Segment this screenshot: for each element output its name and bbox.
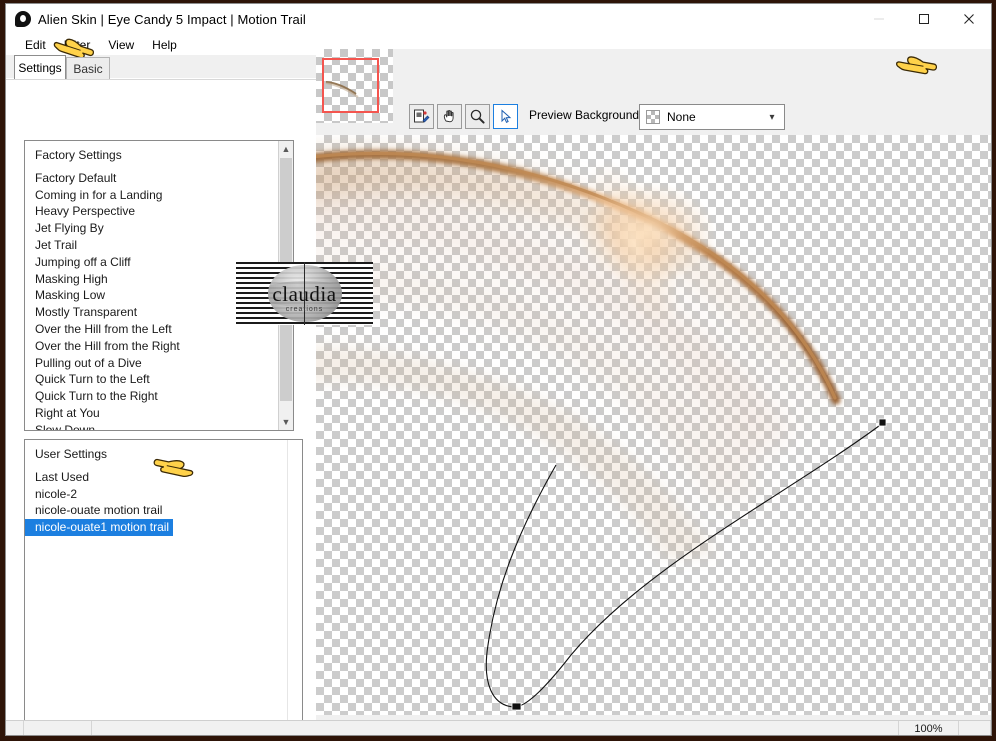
zoom-level-indicator: 100% [899, 721, 959, 735]
menu-help[interactable]: Help [143, 36, 186, 54]
menu-filter[interactable]: Filter [55, 36, 100, 54]
user-settings-items: User Settings Last Used nicole-2 nicole-… [25, 440, 288, 735]
menu-edit[interactable]: Edit [16, 36, 55, 54]
list-item-selected[interactable]: nicole-ouate1 motion trail [25, 519, 174, 536]
watermark-overlay: claudia creations [236, 262, 373, 325]
preview-pane: Preview Background: None ▾ OK Cancel [316, 49, 991, 720]
user-list-scrollbar[interactable] [287, 440, 302, 735]
title-bar: Alien Skin | Eye Candy 5 Impact | Motion… [6, 4, 991, 34]
list-item[interactable]: Pulling out of a Dive [25, 355, 278, 372]
status-cell-left [6, 721, 24, 735]
navigator-thumbnail[interactable] [316, 49, 393, 123]
settings-pane: Settings Basic Factory Settings Factory … [6, 55, 316, 735]
preview-background-label: Preview Background: [529, 108, 643, 122]
motion-trail-artwork [316, 150, 887, 711]
list-item[interactable]: Heavy Perspective [25, 203, 278, 220]
chevron-up-icon[interactable]: ▲ [279, 141, 293, 157]
user-settings-header: User Settings [35, 447, 108, 461]
preview-background-value: None [667, 110, 696, 124]
factory-settings-header: Factory Settings [35, 148, 122, 162]
list-item[interactable]: Jet Flying By [25, 220, 278, 237]
path-handle-end [878, 418, 887, 427]
window-controls [856, 4, 991, 34]
arrow-tool-icon[interactable] [493, 104, 518, 129]
list-item[interactable]: Coming in for a Landing [25, 187, 278, 204]
application-window: Alien Skin | Eye Candy 5 Impact | Motion… [5, 3, 992, 736]
status-bar: 100% [6, 720, 991, 735]
user-settings-list[interactable]: User Settings Last Used nicole-2 nicole-… [24, 439, 303, 735]
menu-view[interactable]: View [99, 36, 143, 54]
list-item[interactable]: Quick Turn to the Right [25, 388, 278, 405]
navigator-viewport-rect[interactable] [322, 58, 379, 113]
checkerboard-swatch-icon [646, 110, 660, 124]
list-item[interactable]: Last Used [25, 469, 288, 486]
tab-settings[interactable]: Settings [14, 55, 66, 79]
list-item[interactable]: nicole-ouate motion trail [25, 502, 288, 519]
navigator-picker-tool-icon[interactable] [409, 104, 434, 129]
status-cell-second [24, 721, 92, 735]
list-item[interactable]: Jet Trail [25, 237, 278, 254]
watermark-subtitle: creations [285, 306, 324, 313]
hand-tool-icon[interactable] [437, 104, 462, 129]
tab-basic[interactable]: Basic [66, 57, 110, 79]
watermark-name: claudia [272, 282, 337, 306]
alien-skin-icon [14, 10, 32, 28]
list-item[interactable]: Quick Turn to the Left [25, 371, 278, 388]
path-handle-start [511, 702, 522, 711]
preview-background-dropdown[interactable]: None ▾ [639, 104, 785, 130]
status-message [92, 721, 899, 735]
tab-strip: Settings Basic [6, 55, 316, 79]
screen-root: Alien Skin | Eye Candy 5 Impact | Motion… [0, 0, 996, 741]
preview-canvas[interactable] [316, 135, 991, 715]
minimize-icon[interactable] [856, 4, 901, 34]
list-item[interactable]: nicole-2 [25, 486, 288, 503]
close-icon[interactable] [946, 4, 991, 34]
settings-panel-body: Factory Settings Factory Default Coming … [6, 79, 316, 735]
preview-toolbar: Preview Background: None ▾ OK Cancel [401, 104, 981, 132]
window-title: Alien Skin | Eye Candy 5 Impact | Motion… [38, 11, 306, 27]
list-item[interactable]: Factory Default [25, 170, 278, 187]
zoom-tool-icon[interactable] [465, 104, 490, 129]
status-cell-right [959, 721, 991, 735]
list-item[interactable]: Right at You [25, 405, 278, 422]
maximize-icon[interactable] [901, 4, 946, 34]
chevron-down-icon[interactable]: ▾ [760, 112, 784, 123]
chevron-down-icon[interactable]: ▼ [279, 414, 293, 430]
list-item[interactable]: Over the Hill from the Right [25, 338, 278, 355]
list-item[interactable]: Slow Down [25, 422, 278, 430]
